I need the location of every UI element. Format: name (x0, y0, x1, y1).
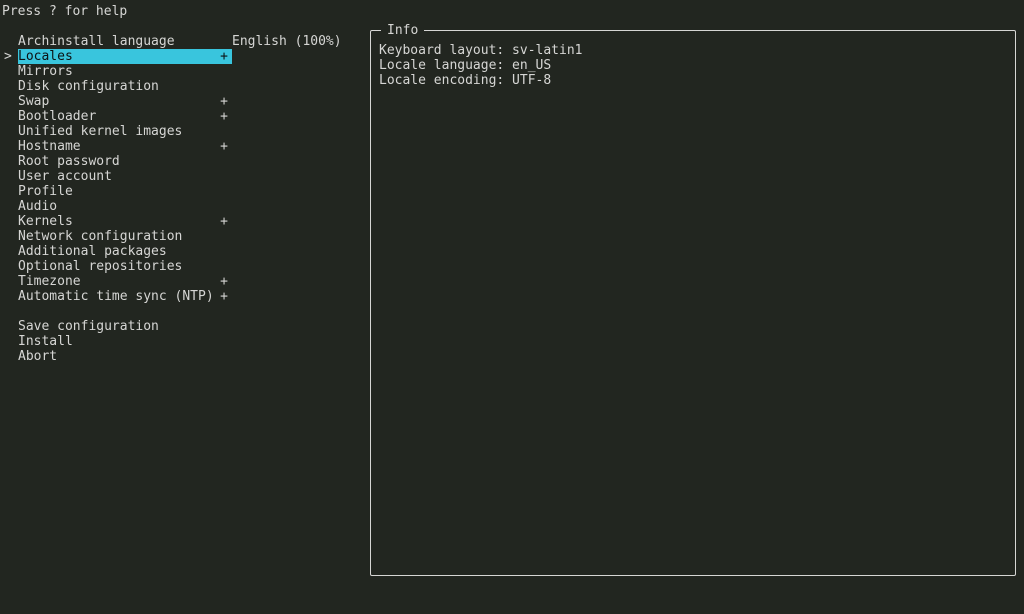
menu-spacer (4, 304, 364, 319)
info-panel-title: Info (381, 23, 424, 38)
action-label: Install (18, 334, 232, 349)
menu-item-profile[interactable]: Profile (4, 184, 364, 199)
menu-item-label: Network configuration (18, 229, 232, 244)
menu-item-timezone[interactable]: Timezone+ (4, 274, 364, 289)
menu-item-value: English (100%) (232, 34, 364, 49)
menu-item-label: User account (18, 169, 232, 184)
info-content: Keyboard layout: sv-latin1Locale languag… (379, 43, 1007, 88)
menu-item-network-configuration[interactable]: Network configuration (4, 229, 364, 244)
menu-item-kernels[interactable]: Kernels+ (4, 214, 364, 229)
menu-item-hostname[interactable]: Hostname+ (4, 139, 364, 154)
action-abort[interactable]: Abort (4, 349, 364, 364)
info-panel: Info Keyboard layout: sv-latin1Locale la… (370, 30, 1016, 576)
menu-item-label: Timezone+ (18, 274, 232, 289)
set-marker-icon: + (220, 109, 228, 124)
help-hint: Press ? for help (2, 4, 127, 19)
menu-item-user-account[interactable]: User account (4, 169, 364, 184)
action-install[interactable]: Install (4, 334, 364, 349)
set-marker-icon: + (220, 94, 228, 109)
menu-item-unified-kernel-images[interactable]: Unified kernel images (4, 124, 364, 139)
menu-item-automatic-time-sync-ntp[interactable]: Automatic time sync (NTP)+ (4, 289, 364, 304)
menu-item-bootloader[interactable]: Bootloader+ (4, 109, 364, 124)
action-save-configuration[interactable]: Save configuration (4, 319, 364, 334)
menu-item-label: Bootloader+ (18, 109, 232, 124)
menu-item-label: Archinstall language (18, 34, 232, 49)
set-marker-icon: + (220, 289, 228, 304)
info-line: Locale language: en_US (379, 58, 1007, 73)
menu-item-label: Profile (18, 184, 232, 199)
menu-item-label: Unified kernel images (18, 124, 232, 139)
menu-item-label: Automatic time sync (NTP)+ (18, 289, 232, 304)
set-marker-icon: + (220, 139, 228, 154)
cursor-icon: > (4, 49, 18, 64)
info-line: Locale encoding: UTF-8 (379, 73, 1007, 88)
archinstall-screen: Press ? for help Archinstall languageEng… (0, 0, 1024, 614)
menu-item-mirrors[interactable]: Mirrors (4, 64, 364, 79)
menu-item-label: Optional repositories (18, 259, 232, 274)
action-label: Abort (18, 349, 232, 364)
menu-item-disk-configuration[interactable]: Disk configuration (4, 79, 364, 94)
menu-item-root-password[interactable]: Root password (4, 154, 364, 169)
set-marker-icon: + (220, 49, 228, 64)
menu-item-label: Hostname+ (18, 139, 232, 154)
menu-item-label: Disk configuration (18, 79, 232, 94)
menu-item-optional-repositories[interactable]: Optional repositories (4, 259, 364, 274)
menu-item-label: Locales+ (18, 49, 232, 64)
menu-item-additional-packages[interactable]: Additional packages (4, 244, 364, 259)
menu-item-label: Swap+ (18, 94, 232, 109)
set-marker-icon: + (220, 214, 228, 229)
set-marker-icon: + (220, 274, 228, 289)
menu-item-locales[interactable]: > Locales+ (4, 49, 364, 64)
menu-item-label: Mirrors (18, 64, 232, 79)
menu-item-label: Kernels+ (18, 214, 232, 229)
menu-item-label: Audio (18, 199, 232, 214)
menu-column: Archinstall languageEnglish (100%)> Loca… (4, 34, 364, 364)
menu-item-swap[interactable]: Swap+ (4, 94, 364, 109)
menu-item-archinstall-language[interactable]: Archinstall languageEnglish (100%) (4, 34, 364, 49)
menu-item-audio[interactable]: Audio (4, 199, 364, 214)
action-label: Save configuration (18, 319, 232, 334)
info-line: Keyboard layout: sv-latin1 (379, 43, 1007, 58)
menu-item-label: Additional packages (18, 244, 232, 259)
menu-item-label: Root password (18, 154, 232, 169)
